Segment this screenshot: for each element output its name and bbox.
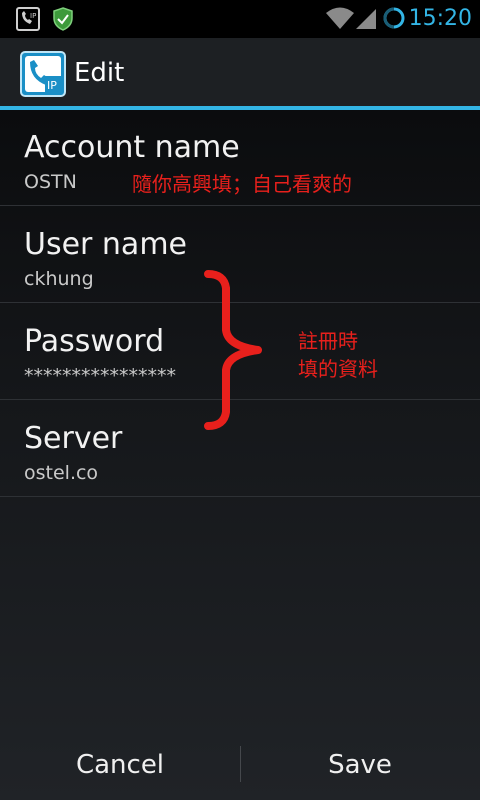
- pref-summary: ostel.co: [24, 462, 99, 484]
- cancel-button[interactable]: Cancel: [0, 730, 240, 800]
- register-annotation-line1: 註冊時: [298, 329, 358, 353]
- signal-icon: [354, 6, 378, 34]
- voip-notification-icon: IP: [16, 7, 40, 35]
- page-title: Edit: [74, 58, 125, 88]
- pref-summary: OSTN: [24, 171, 77, 193]
- svg-text:IP: IP: [30, 12, 36, 20]
- battery-charging-icon: [381, 5, 407, 35]
- account-name-annotation: 隨你高興填；自己看爽的: [132, 172, 352, 196]
- pref-title: Password: [24, 324, 165, 359]
- button-bar: Cancel Save: [0, 730, 480, 800]
- action-bar: IP Edit: [0, 38, 480, 106]
- register-annotation-line2: 填的資料: [298, 357, 378, 381]
- status-clock: 15:20: [408, 6, 472, 31]
- pref-title: Account name: [24, 130, 240, 165]
- save-button[interactable]: Save: [240, 730, 480, 800]
- pref-title: User name: [24, 227, 187, 262]
- status-bar: IP 15:20: [0, 0, 480, 38]
- wifi-icon: [325, 6, 355, 34]
- pref-title: Server: [24, 421, 123, 456]
- pref-summary: ckhung: [24, 268, 94, 290]
- pref-summary: ****************: [24, 365, 176, 387]
- svg-text:IP: IP: [47, 79, 57, 92]
- ip-phone-app-icon[interactable]: IP: [20, 51, 66, 97]
- shield-check-icon: [52, 7, 74, 35]
- brace-annotation-icon: [204, 270, 262, 430]
